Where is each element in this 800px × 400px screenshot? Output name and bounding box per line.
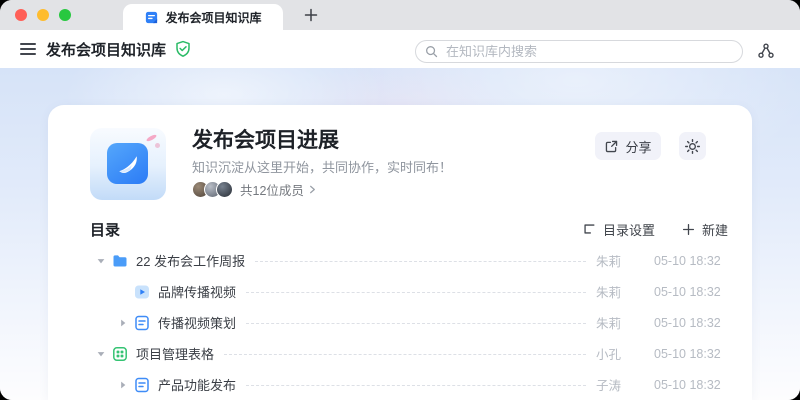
dotted-leader — [255, 261, 586, 262]
row-title: 22 发布会工作周报 — [136, 254, 246, 269]
tab-bar: 发布会项目知识库 — [0, 0, 800, 30]
row-title: 传播视频策划 — [158, 316, 237, 331]
directory-header: 目录 目录设置 新建 — [90, 218, 728, 240]
members-count-label: 共12位成员 — [240, 184, 304, 198]
row-author: 朱莉 — [596, 286, 622, 300]
external-link-icon — [606, 140, 618, 152]
chevron-right-icon — [121, 381, 126, 388]
chevron-right-icon — [309, 185, 315, 194]
folder-icon — [113, 254, 127, 266]
menu-icon[interactable] — [20, 43, 36, 55]
list-item[interactable]: 传播视频策划 朱莉 05-10 18:32 — [48, 307, 752, 338]
page-subtitle: 知识沉淀从这里开始，共同协作，实时同布！ — [192, 160, 453, 175]
settings-button[interactable] — [679, 132, 706, 160]
row-date: 05-10 18:32 — [654, 253, 721, 268]
chevron-down-icon — [97, 258, 105, 263]
expand-toggle[interactable] — [95, 349, 107, 359]
list-item[interactable]: 产品功能发布 子涛 05-10 18:32 — [48, 369, 752, 400]
minimize-button[interactable] — [37, 9, 49, 21]
plus-icon — [682, 223, 695, 235]
close-button[interactable] — [15, 9, 27, 21]
gear-icon — [684, 138, 701, 154]
row-author: 朱莉 — [596, 317, 622, 331]
search-input[interactable] — [444, 43, 733, 60]
row-author: 子涛 — [596, 379, 622, 393]
row-date: 05-10 18:32 — [654, 377, 721, 392]
row-author: 朱莉 — [596, 255, 622, 269]
dotted-leader — [246, 292, 586, 293]
row-title: 品牌传播视频 — [158, 285, 237, 300]
table-icon — [113, 346, 127, 361]
row-date: 05-10 18:32 — [654, 284, 721, 299]
row-title: 产品功能发布 — [158, 378, 237, 393]
members-row[interactable]: 共12位成员 — [192, 180, 317, 199]
mindmap-network-icon[interactable] — [755, 40, 777, 62]
row-date: 05-10 18:32 — [654, 346, 721, 361]
knowledge-base-title: 发布会项目知识库 — [46, 41, 167, 59]
page-title: 发布会项目进展 — [192, 129, 339, 152]
dotted-leader — [246, 323, 586, 324]
member-avatars — [192, 181, 233, 198]
dotted-leader — [224, 354, 586, 355]
row-author: 小孔 — [596, 348, 622, 362]
new-item-button[interactable]: 新建 — [682, 220, 728, 239]
directory-settings-button[interactable]: 目录设置 — [582, 220, 655, 239]
row-title: 项目管理表格 — [136, 347, 215, 362]
search-icon — [426, 46, 438, 58]
doc-icon — [135, 377, 149, 392]
doc-icon — [135, 315, 149, 330]
document-tab-icon — [146, 11, 158, 23]
app-header: 发布会项目知识库 — [0, 30, 800, 68]
list-item[interactable]: 品牌传播视频 朱莉 05-10 18:32 — [48, 276, 752, 307]
new-item-label: 新建 — [701, 222, 728, 238]
cover-image — [90, 128, 166, 200]
video-icon — [135, 285, 149, 298]
knowledge-base-card: 发布会项目进展 知识沉淀从这里开始，共同协作，实时同布！ 共12位成员 分享 目… — [48, 105, 752, 400]
tree-structure-icon — [584, 224, 595, 234]
dotted-leader — [246, 385, 586, 386]
directory-list: 22 发布会工作周报 朱莉 05-10 18:32 品牌传播视频 朱莉 05-1… — [48, 245, 752, 400]
share-label: 分享 — [625, 139, 652, 155]
directory-title: 目录 — [90, 221, 121, 239]
active-tab[interactable]: 发布会项目知识库 — [123, 4, 283, 30]
new-tab-button[interactable] — [303, 7, 319, 23]
list-item[interactable]: 项目管理表格 小孔 05-10 18:32 — [48, 338, 752, 369]
browser-window: 发布会项目知识库 发布会项目知识库 在知识库内搜索 发布会项目进展 知识沉淀从这… — [0, 0, 800, 400]
petal-decoration — [145, 133, 158, 143]
tab-title: 发布会项目知识库 — [165, 10, 262, 25]
maximize-button[interactable] — [59, 9, 71, 21]
expand-toggle[interactable] — [95, 256, 107, 266]
directory-settings-label: 目录设置 — [602, 222, 655, 238]
directory-controls: 目录设置 新建 — [582, 220, 728, 239]
window-controls — [15, 9, 71, 21]
avatar — [216, 181, 233, 198]
row-date: 05-10 18:32 — [654, 315, 721, 330]
petal-decoration — [155, 143, 160, 148]
expand-toggle[interactable] — [117, 318, 129, 328]
verified-shield-icon — [176, 40, 190, 57]
search-box[interactable] — [415, 40, 743, 63]
chevron-down-icon — [97, 351, 105, 356]
list-item[interactable]: 22 发布会工作周报 朱莉 05-10 18:32 — [48, 245, 752, 276]
wing-logo-icon — [107, 143, 148, 184]
banner-background: 发布会项目进展 知识沉淀从这里开始，共同协作，实时同布！ 共12位成员 分享 目… — [0, 68, 800, 400]
share-button[interactable]: 分享 — [595, 132, 661, 160]
expand-toggle[interactable] — [117, 380, 129, 390]
chevron-right-icon — [121, 319, 126, 326]
